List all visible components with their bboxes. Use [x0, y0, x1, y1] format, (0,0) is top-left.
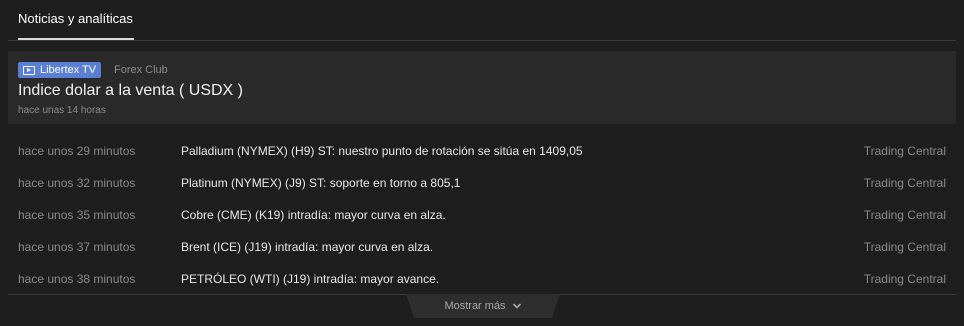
news-widget: Noticias y analíticas Libertex TV Forex … [0, 0, 964, 326]
show-more-label: Mostrar más [444, 300, 506, 312]
show-more-button[interactable]: Mostrar más [406, 294, 560, 318]
news-provider: Trading Central [863, 208, 946, 222]
featured-time: hace unas 14 horas [18, 105, 106, 116]
news-row[interactable]: hace unos 37 minutos Brent (ICE) (J19) i… [8, 230, 956, 262]
news-title[interactable]: Cobre (CME) (K19) intradía: mayor curva … [181, 208, 446, 222]
news-list: hace unos 29 minutos Palladium (NYMEX) (… [8, 134, 956, 294]
news-title[interactable]: Brent (ICE) (J19) intradía: mayor curva … [181, 240, 433, 254]
featured-source: Forex Club [114, 64, 168, 76]
tab-bar: Noticias y analíticas [8, 0, 956, 41]
news-title[interactable]: Platinum (NYMEX) (J9) ST: soporte en tor… [181, 176, 460, 190]
news-row[interactable]: hace unos 32 minutos Platinum (NYMEX) (J… [8, 166, 956, 198]
news-title[interactable]: Palladium (NYMEX) (H9) ST: nuestro punto… [181, 144, 583, 158]
news-time: hace unos 37 minutos [18, 240, 136, 254]
news-provider: Trading Central [863, 272, 946, 286]
featured-news-card[interactable]: Libertex TV Forex Club Indice dolar a la… [8, 51, 956, 124]
news-provider: Trading Central [863, 176, 946, 190]
active-tab-indicator [18, 38, 134, 40]
news-time: hace unos 29 minutos [18, 144, 136, 158]
news-provider: Trading Central [863, 144, 946, 158]
news-row[interactable]: hace unos 38 minutos PETRÓLEO (WTI) (J19… [8, 262, 956, 294]
libertex-tv-badge: Libertex TV [18, 62, 102, 78]
news-title[interactable]: PETRÓLEO (WTI) (J19) intradía: mayor ava… [181, 272, 439, 286]
news-time: hace unos 38 minutos [18, 272, 136, 286]
news-time: hace unos 35 minutos [18, 208, 136, 222]
tab-news-analytics[interactable]: Noticias y analíticas [18, 11, 133, 26]
play-icon [23, 65, 35, 75]
badge-label: Libertex TV [40, 64, 97, 76]
chevron-down-icon [512, 303, 521, 309]
news-row[interactable]: hace unos 35 minutos Cobre (CME) (K19) i… [8, 198, 956, 230]
news-provider: Trading Central [863, 240, 946, 254]
featured-headline[interactable]: Indice dolar a la venta ( USDX ) [18, 82, 243, 100]
news-time: hace unos 32 minutos [18, 176, 136, 190]
news-row[interactable]: hace unos 29 minutos Palladium (NYMEX) (… [8, 134, 956, 166]
